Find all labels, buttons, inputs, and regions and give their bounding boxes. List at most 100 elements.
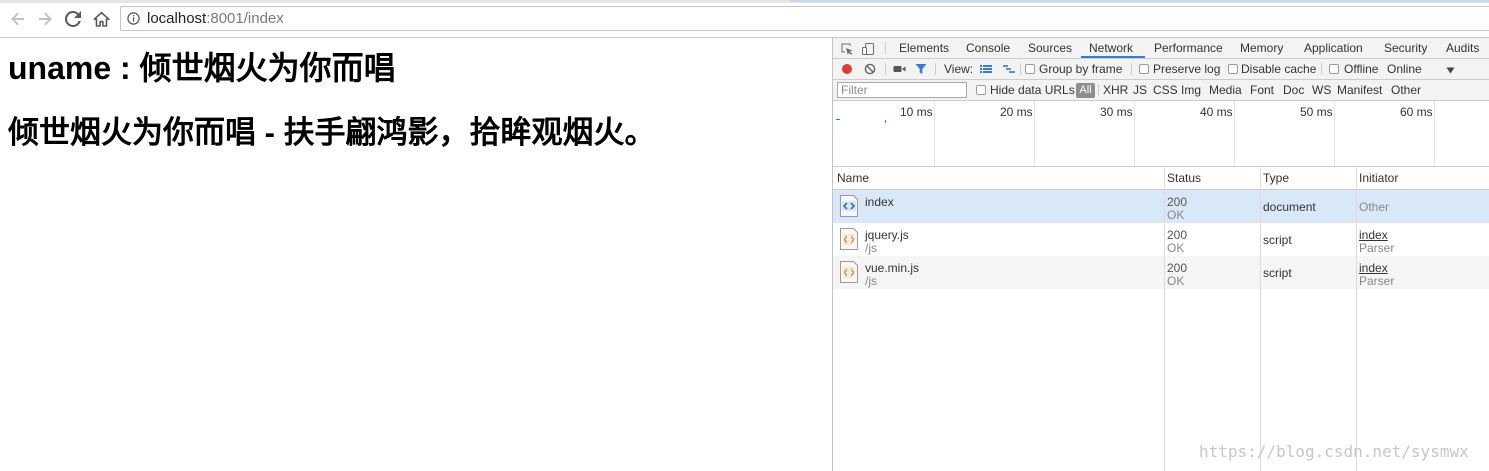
request-path: /js	[865, 274, 877, 288]
timeline-tick-label: 60 ms	[1400, 105, 1433, 119]
url-text[interactable]: localhost:8001/index	[147, 7, 284, 30]
tab-audits[interactable]: Audits	[1446, 38, 1479, 58]
forward-arrow-icon[interactable]	[35, 9, 55, 29]
timeline-request-bar	[836, 119, 840, 120]
tab-console[interactable]: Console	[966, 38, 1010, 58]
tab-application[interactable]: Application	[1304, 38, 1363, 58]
watermark: https://blog.csdn.net/sysmwx	[1199, 442, 1469, 461]
document-file-icon	[839, 195, 859, 217]
status-code: 200	[1167, 228, 1188, 242]
type-filter-img[interactable]: Img	[1181, 80, 1201, 100]
request-type: document	[1263, 200, 1316, 214]
tab-network[interactable]: Network	[1089, 38, 1133, 58]
request-name[interactable]: index	[865, 195, 894, 209]
type-filter-ws[interactable]: WS	[1312, 80, 1331, 100]
offline-label[interactable]: Offline	[1344, 59, 1378, 79]
tab-sources[interactable]: Sources	[1028, 38, 1072, 58]
preserve-log-label[interactable]: Preserve log	[1153, 59, 1220, 79]
table-row[interactable]: index 200 OK document Other	[833, 190, 1489, 223]
initiator-link[interactable]: index	[1359, 228, 1388, 242]
request-name[interactable]: vue.min.js	[865, 261, 919, 275]
script-file-icon	[839, 228, 859, 250]
device-toolbar-icon[interactable]	[862, 43, 874, 55]
tab-elements[interactable]: Elements	[899, 38, 949, 58]
column-header-type[interactable]: Type	[1263, 167, 1289, 189]
view-label: View:	[944, 62, 974, 76]
group-by-frame-checkbox[interactable]	[1025, 64, 1035, 74]
throttling-select[interactable]: Online	[1387, 59, 1422, 79]
request-name[interactable]: jquery.js	[865, 228, 909, 242]
reload-icon[interactable]	[63, 9, 83, 29]
url-path: :8001/index	[206, 10, 284, 27]
timeline-gridline	[1434, 101, 1435, 166]
active-tab-indicator	[1081, 56, 1145, 58]
status-text: OK	[1167, 208, 1185, 222]
type-filter-media[interactable]: Media	[1209, 80, 1242, 100]
tab-performance[interactable]: Performance	[1154, 38, 1223, 58]
network-toolbar: View: Group by frame Preserve log Disabl…	[833, 59, 1489, 80]
back-arrow-icon[interactable]	[8, 9, 28, 29]
initiator-link[interactable]: index	[1359, 261, 1388, 275]
large-request-rows-icon[interactable]	[980, 63, 992, 75]
home-icon[interactable]	[91, 9, 111, 29]
page-heading-1: uname : 倾世烟火为你而唱	[8, 50, 396, 86]
initiator-detail: Parser	[1359, 274, 1395, 288]
group-by-frame-label[interactable]: Group by frame	[1039, 59, 1122, 79]
disable-cache-checkbox[interactable]	[1228, 64, 1238, 74]
type-filter-all[interactable]: All	[1076, 83, 1095, 98]
timeline-tick-label: 40 ms	[1200, 105, 1233, 119]
type-filter-doc[interactable]: Doc	[1283, 80, 1304, 100]
offline-checkbox[interactable]	[1329, 64, 1339, 74]
page-heading-2: 倾世烟火为你而唱 - 扶手翩鸿影，拾眸观烟火。	[8, 115, 656, 150]
timeline-gridline	[1234, 101, 1235, 166]
initiator-detail: Parser	[1359, 241, 1395, 255]
timeline-tick-label: 30 ms	[1100, 105, 1133, 119]
column-divider[interactable]	[1164, 167, 1165, 471]
type-filter-manifest[interactable]: Manifest	[1337, 80, 1382, 100]
network-overview-timeline[interactable]: 10 ms 20 ms 30 ms 40 ms 50 ms 60 ms	[833, 101, 1489, 167]
toolbar-separator	[885, 42, 886, 54]
status-code: 200	[1167, 261, 1188, 275]
timeline-gridline	[1034, 101, 1035, 166]
filter-funnel-icon[interactable]	[915, 63, 927, 75]
tab-memory[interactable]: Memory	[1240, 38, 1283, 58]
address-bar[interactable]: localhost:8001/index	[120, 6, 1489, 31]
filter-input[interactable]	[837, 82, 967, 98]
inspect-element-icon[interactable]	[841, 43, 853, 56]
column-divider[interactable]	[1356, 167, 1357, 471]
preserve-log-checkbox[interactable]	[1139, 64, 1149, 74]
capture-screenshots-icon[interactable]	[893, 63, 906, 75]
table-row[interactable]: jquery.js /js 200 OK script index Parser	[833, 223, 1489, 256]
status-text: OK	[1167, 241, 1185, 255]
timeline-gridline	[1134, 101, 1135, 166]
disable-cache-label[interactable]: Disable cache	[1241, 59, 1316, 79]
column-header-initiator[interactable]: Initiator	[1359, 167, 1398, 189]
type-filter-xhr[interactable]: XHR	[1103, 80, 1128, 100]
network-filter-bar: Hide data URLs All XHR JS CSS Img Media …	[833, 80, 1489, 101]
request-type: script	[1263, 233, 1292, 247]
type-filter-css[interactable]: CSS	[1153, 80, 1178, 100]
record-icon[interactable]	[841, 63, 853, 75]
toolbar-separator	[1321, 63, 1322, 75]
column-header-name[interactable]: Name	[837, 167, 869, 189]
script-file-icon	[839, 261, 859, 283]
type-filter-other[interactable]: Other	[1391, 80, 1421, 100]
timeline-tick-label: 20 ms	[1000, 105, 1033, 119]
hide-data-urls-label[interactable]: Hide data URLs	[990, 80, 1075, 100]
type-filter-js[interactable]: JS	[1133, 80, 1147, 100]
dropdown-arrow-icon[interactable]	[1446, 64, 1458, 76]
table-row[interactable]: vue.min.js /js 200 OK script index Parse…	[833, 256, 1489, 289]
type-filter-font[interactable]: Font	[1250, 80, 1274, 100]
toolbar-separator	[1098, 84, 1099, 96]
info-icon[interactable]	[127, 12, 140, 25]
column-divider[interactable]	[1260, 167, 1261, 471]
request-path: /js	[865, 241, 877, 255]
tab-security[interactable]: Security	[1384, 38, 1427, 58]
waterfall-overview-icon[interactable]	[1003, 63, 1015, 75]
timeline-gridline	[934, 101, 935, 166]
timeline-tick-label: 10 ms	[900, 105, 933, 119]
hide-data-urls-checkbox[interactable]	[976, 85, 986, 95]
clear-icon[interactable]	[864, 63, 876, 75]
devtools-tab-bar: Elements Console Sources Network Perform…	[833, 38, 1489, 59]
column-header-status[interactable]: Status	[1167, 167, 1201, 189]
